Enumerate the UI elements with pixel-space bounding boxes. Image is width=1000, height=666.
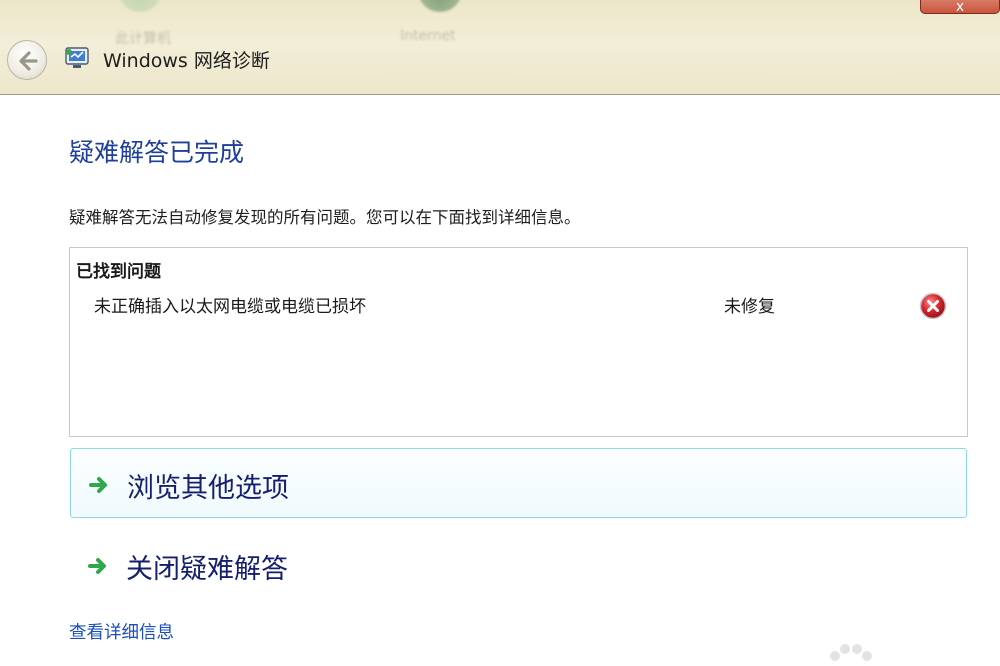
green-arrow-icon	[89, 477, 107, 493]
error-icon	[919, 292, 947, 320]
page-title: 疑难解答已完成	[69, 138, 245, 167]
background-computer-icon	[118, 0, 162, 12]
green-arrow-icon	[88, 558, 106, 574]
background-label-computer: 此计算机	[115, 31, 171, 47]
option-close-troubleshooter[interactable]: 关闭疑难解答	[70, 530, 967, 600]
watermark-paw-icon	[830, 644, 872, 661]
problems-found-panel: 已找到问题 未正确插入以太网电缆或电缆已损坏 未修复	[69, 247, 968, 437]
title-bar: 此计算机 Internet x Windows 网络诊断	[0, 0, 1000, 95]
problem-status: 未修复	[724, 297, 775, 317]
option-label: 关闭疑难解答	[126, 554, 288, 585]
back-button[interactable]	[7, 40, 47, 80]
problems-found-heading: 已找到问题	[76, 262, 161, 282]
option-browse-other[interactable]: 浏览其他选项	[70, 448, 967, 518]
background-label-internet: Internet	[400, 28, 456, 44]
problem-row[interactable]: 未正确插入以太网电缆或电缆已损坏 未修复	[70, 288, 967, 324]
background-globe-icon	[418, 0, 462, 12]
view-details-link[interactable]: 查看详细信息	[69, 619, 174, 644]
option-label: 浏览其他选项	[127, 473, 289, 504]
close-button[interactable]: x	[920, 0, 1000, 15]
window-title: Windows 网络诊断	[103, 50, 270, 72]
problem-name: 未正确插入以太网电缆或电缆已损坏	[94, 297, 366, 317]
network-diagnostics-icon	[65, 47, 89, 68]
result-description: 疑难解答无法自动修复发现的所有问题。您可以在下面找到详细信息。	[69, 208, 581, 227]
back-arrow-icon	[19, 51, 38, 71]
